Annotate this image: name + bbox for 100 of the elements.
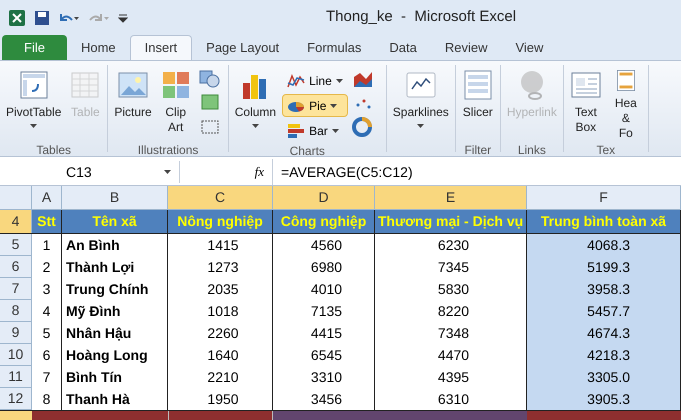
table-cell: 1273 <box>168 256 273 278</box>
header-cell: Trung bình toàn xã <box>527 210 681 233</box>
column-header[interactable]: A <box>32 186 62 209</box>
header-cell: Công nghiệp <box>273 210 375 233</box>
table-cell: 1018 <box>168 300 273 322</box>
ribbon-button[interactable]: Slicer <box>460 65 496 141</box>
table-cell: 5 <box>32 322 62 344</box>
table-cell: 8 <box>32 388 62 410</box>
ribbon-button[interactable]: Hea & Fo <box>608 65 644 141</box>
table-cell: 1415 <box>168 234 273 256</box>
table-cell: 7 <box>32 366 62 388</box>
bar-chart-icon <box>287 122 306 138</box>
formula-field[interactable]: =AVERAGE(C5:C12) <box>272 159 681 185</box>
group-label: Charts <box>288 143 326 156</box>
table-cell: 5199.3 <box>527 256 681 278</box>
table-cell: Thanh Hà <box>62 388 168 410</box>
dropdown-caret-icon <box>417 124 424 128</box>
column-header[interactable]: F <box>527 186 681 209</box>
group-label: Links <box>516 142 547 156</box>
dropdown-caret-icon <box>330 104 338 108</box>
table-cell: 3958.3 <box>527 278 681 300</box>
row-header[interactable]: 7 <box>0 278 32 300</box>
table-cell: 4 <box>32 300 62 322</box>
save-icon[interactable] <box>34 10 50 26</box>
table-cell: 6980 <box>273 256 375 278</box>
ribbon-tab[interactable]: Home <box>66 35 130 60</box>
ribbon-button[interactable]: Text Box <box>568 65 604 141</box>
table-cell: 2260 <box>168 322 273 344</box>
dropdown-caret-icon <box>332 128 339 132</box>
name-box[interactable]: C13 <box>0 161 180 183</box>
row-header[interactable]: 9 <box>0 322 32 344</box>
ribbon-tab[interactable]: View <box>501 35 558 60</box>
slicer-icon <box>462 69 494 101</box>
table-cell: Bình Tín <box>62 366 168 388</box>
table-cell: 1640 <box>168 344 273 366</box>
ribbon-tab[interactable]: Insert <box>130 35 192 60</box>
table-cell: 6545 <box>273 344 375 366</box>
group-label: Illustrations <box>136 142 200 156</box>
dropdown-caret-icon <box>252 124 259 128</box>
table-cell: Hoàng Long <box>62 344 168 366</box>
row-header[interactable]: 11 <box>0 366 32 388</box>
column-header[interactable]: E <box>375 186 527 209</box>
window-title: Thong_ke - Microsoft Excel <box>326 7 516 28</box>
excel-logo-icon[interactable] <box>8 8 26 26</box>
fx-button[interactable]: fx <box>254 162 264 182</box>
dropdown-caret-icon <box>336 78 343 82</box>
table-cell: 1950 <box>168 388 273 410</box>
ribbon-button[interactable]: Picture <box>112 65 154 141</box>
line-chart-icon <box>287 72 306 88</box>
row-header[interactable]: 5 <box>0 234 32 256</box>
row-header[interactable]: 12 <box>0 388 32 410</box>
chart-type-button[interactable]: Bar <box>282 119 348 142</box>
table-cell: Mỹ Đình <box>62 300 168 322</box>
column-header[interactable]: C <box>168 186 273 209</box>
table-cell: 4218.3 <box>527 344 681 366</box>
customize-toolbar-icon[interactable] <box>118 12 128 24</box>
table-cell: 3905.3 <box>527 388 681 410</box>
header-cell: Thương mại - Dịch vụ <box>375 210 527 233</box>
chart-type-button[interactable]: Line <box>282 69 348 92</box>
table-cell: 6 <box>32 344 62 366</box>
table-cell: 2210 <box>168 366 273 388</box>
table-cell: 3305.0 <box>527 366 681 388</box>
ribbon-tab[interactable]: Review <box>430 35 502 60</box>
dropdown-caret-icon <box>30 124 38 128</box>
ribbon-button[interactable]: PivotTable <box>4 65 64 141</box>
header-cell: Stt <box>32 210 62 233</box>
table-cell: 1 <box>32 234 62 256</box>
table-cell: 3310 <box>273 366 375 388</box>
table-cell: 3456 <box>273 388 375 410</box>
table-cell: Thành Lợi <box>62 256 168 278</box>
table-cell: An Bình <box>62 234 168 256</box>
ribbon-button[interactable]: Clip Art <box>158 65 194 141</box>
table-cell: 2 <box>32 256 62 278</box>
row-header[interactable]: 10 <box>0 344 32 366</box>
table-cell: 4415 <box>273 322 375 344</box>
ribbon-button[interactable]: Sparklines <box>390 65 451 141</box>
table-cell: 4068.3 <box>527 234 681 256</box>
row-header[interactable]: 8 <box>0 300 32 322</box>
ribbon-tab[interactable]: Data <box>375 35 431 60</box>
table-cell: 3 <box>32 278 62 300</box>
table-cell: 7135 <box>273 300 375 322</box>
group-label: Tex <box>595 142 616 156</box>
group-label: Tables <box>35 142 72 156</box>
file-tab[interactable]: File <box>2 35 67 60</box>
group-label: Filter <box>463 142 492 156</box>
column-header[interactable]: D <box>273 186 375 209</box>
ribbon-tab[interactable]: Formulas <box>293 35 376 60</box>
ribbon-tab[interactable]: Page Layout <box>192 35 294 60</box>
chart-type-button[interactable]: Pie <box>282 94 348 117</box>
pivot-table-icon <box>18 69 50 101</box>
table-cell: 4674.3 <box>527 322 681 344</box>
row-header[interactable]: 6 <box>0 256 32 278</box>
table-cell: 2035 <box>168 278 273 300</box>
table-cell: 4560 <box>273 234 375 256</box>
table-cell: Trung Chính <box>62 278 168 300</box>
table-cell: 5457.7 <box>527 300 681 322</box>
ribbon-button[interactable]: Column <box>232 65 278 141</box>
row-header[interactable]: 4 <box>0 210 32 233</box>
table-cell: Nhân Hậu <box>62 322 168 344</box>
header-cell: Tên xã <box>62 210 168 233</box>
